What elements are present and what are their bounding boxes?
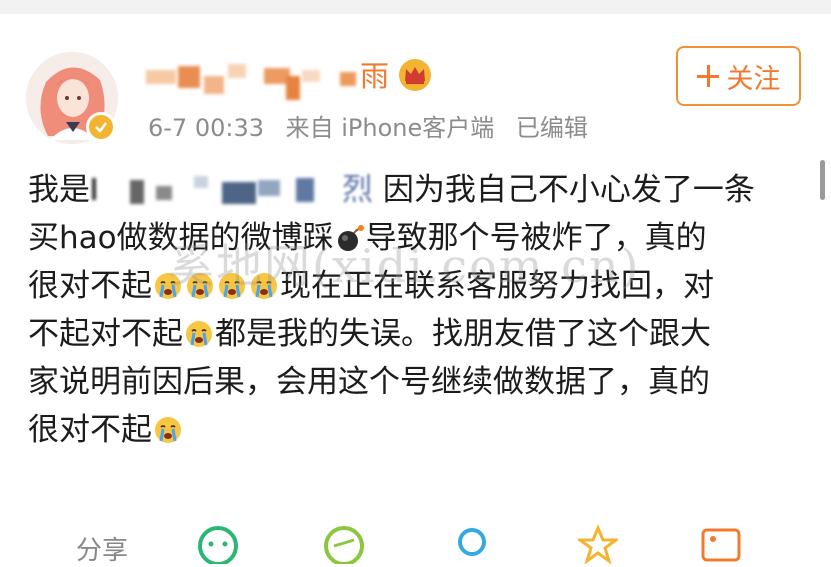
crown-icon — [399, 59, 431, 91]
post-line: 很对不起 — [28, 406, 808, 454]
username-mosaic — [228, 64, 246, 78]
star-icon[interactable] — [578, 524, 618, 564]
like-icon[interactable] — [452, 524, 492, 564]
username-mosaic — [204, 76, 224, 94]
post-body: 我是 烈 因为我自己不小心发了一条 买hao做数据的微博踩 导致那个号被炸了，真… — [28, 166, 808, 454]
username-mosaic — [286, 76, 300, 100]
post-line: 家说明前因后果，会用这个号继续做数据了，真的 — [28, 358, 808, 406]
post-text: 买hao做数据的微博踩 — [28, 220, 334, 256]
comment-icon[interactable] — [196, 524, 240, 564]
edited-label[interactable]: 已编辑 — [516, 114, 588, 142]
post-line: 不起对不起 都是我的失误。找朋友借了这个跟大 — [28, 310, 808, 358]
crying-face-icon — [219, 273, 245, 299]
scrollbar[interactable] — [820, 160, 825, 200]
post-line: 我是 烈 因为我自己不小心发了一条 — [28, 166, 808, 214]
username-visible-char: 雨 — [360, 59, 390, 93]
plus-icon — [696, 65, 719, 87]
username-mosaic — [178, 66, 200, 88]
post-line: 很对不起 现在正在联系客服努力找回，对 — [28, 262, 808, 310]
post-line: 买hao做数据的微博踩 导致那个号被炸了，真的 — [28, 214, 808, 262]
post-source[interactable]: 来自 iPhone客户端 — [286, 114, 495, 142]
post-text: 很对不起 — [28, 268, 152, 304]
username[interactable]: 雨 — [146, 58, 476, 100]
post-meta: 6-7 00:33 来自 iPhone客户端 已编辑 — [148, 108, 602, 143]
crying-face-icon — [186, 321, 212, 347]
crying-face-icon — [155, 417, 181, 443]
post-text: 因为我自己不小心发了一条 — [382, 172, 755, 208]
follow-button[interactable]: 关注 — [676, 46, 801, 106]
post-text: 我是 — [28, 172, 90, 208]
masked-char: 烈 — [342, 172, 373, 208]
post-text: 都是我的失误。找朋友借了这个跟大 — [215, 316, 711, 352]
username-mosaic — [302, 70, 320, 82]
crying-face-icon — [155, 273, 181, 299]
action-bar: 分享 — [0, 520, 831, 566]
follow-label: 关注 — [726, 63, 781, 95]
post-text: 不起对不起 — [28, 316, 183, 352]
share-button[interactable]: 分享 — [76, 530, 128, 567]
post-text: 现在正在联系客服努力找回，对 — [280, 268, 714, 304]
bomb-icon — [337, 225, 364, 251]
repost-icon[interactable] — [322, 524, 366, 564]
post-text: 导致那个号被炸了，真的 — [365, 220, 707, 256]
crying-face-icon — [187, 273, 213, 299]
post-text: 很对不起 — [28, 412, 152, 448]
status-strip — [0, 0, 831, 14]
crying-face-icon — [251, 273, 277, 299]
username-mosaic — [146, 70, 176, 84]
post-text: 家说明前因后果，会用这个号继续做数据了，真的 — [28, 364, 710, 400]
image-icon[interactable] — [700, 524, 742, 564]
masked-name — [90, 172, 340, 208]
verified-icon — [86, 112, 116, 142]
post-date: 6-7 00:33 — [148, 114, 264, 142]
username-mosaic — [340, 72, 356, 86]
